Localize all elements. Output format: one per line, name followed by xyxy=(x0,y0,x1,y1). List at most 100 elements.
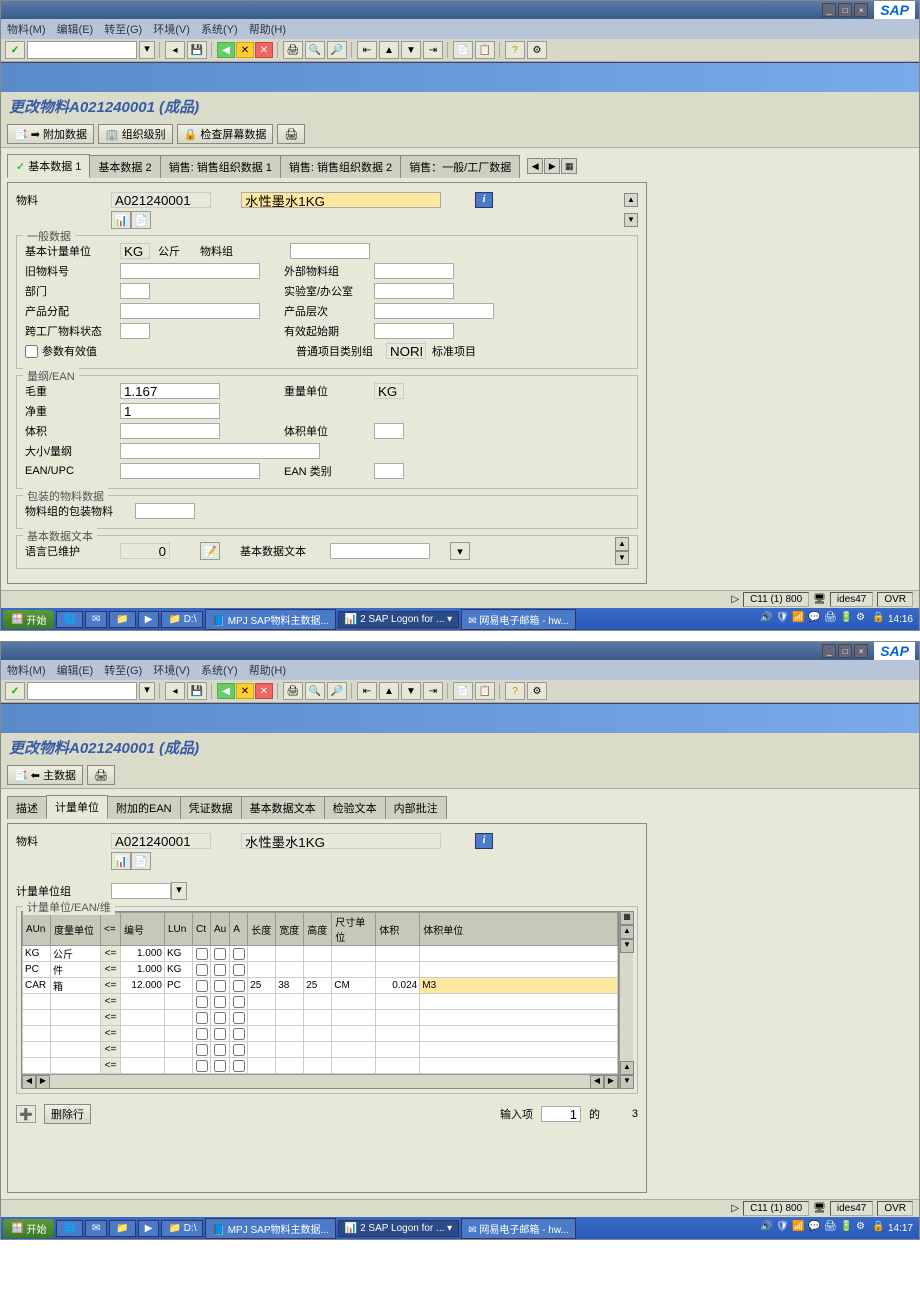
info-icon[interactable]: i xyxy=(475,833,493,849)
quick-launch-mail-icon[interactable]: ✉ xyxy=(85,611,107,628)
last-page-icon[interactable]: ⇥ xyxy=(423,41,443,59)
cell-au-checkbox[interactable] xyxy=(214,1044,226,1056)
basic-text-field[interactable] xyxy=(330,543,430,559)
org-levels-button[interactable]: 🏢 组织级别 xyxy=(98,124,173,144)
menu-edit[interactable]: 编辑(E) xyxy=(57,24,94,36)
cell-ct-checkbox[interactable] xyxy=(196,1060,208,1072)
minimize-icon[interactable]: _ xyxy=(822,644,836,658)
task-mail[interactable]: ✉ 网易电子邮箱 - hw... xyxy=(461,1218,576,1239)
h-scroll-right-icon[interactable]: ▶ xyxy=(36,1075,50,1089)
help-icon[interactable]: ? xyxy=(505,682,525,700)
menu-system[interactable]: 系统(Y) xyxy=(201,665,238,677)
tab-list-icon[interactable]: ▦ xyxy=(561,158,577,174)
cell-ct-checkbox[interactable] xyxy=(196,996,208,1008)
tab-uom[interactable]: 计量单位 xyxy=(46,795,108,819)
classify-icon[interactable]: 📊 xyxy=(111,852,131,870)
v-scroll-up-icon[interactable]: ▲ xyxy=(620,925,634,939)
cell-measure[interactable] xyxy=(51,1026,100,1041)
tray-icon[interactable]: 📶 xyxy=(792,1221,806,1235)
status-arrow-icon[interactable]: ▷ xyxy=(731,1203,739,1214)
cell-width[interactable] xyxy=(276,994,303,1009)
scroll-down-icon[interactable]: ▼ xyxy=(624,213,638,227)
exit-icon[interactable]: ✕ xyxy=(236,683,254,699)
cell-au-checkbox[interactable] xyxy=(214,980,226,992)
base-uom-field[interactable] xyxy=(120,243,150,259)
main-data-button[interactable]: 📑 ⬅ 主数据 xyxy=(7,765,83,785)
cell-au-checkbox[interactable] xyxy=(214,948,226,960)
close-icon[interactable]: × xyxy=(854,644,868,658)
cell-a-checkbox[interactable] xyxy=(233,980,245,992)
next-page-icon[interactable]: ▼ xyxy=(401,682,421,700)
cell-a-checkbox[interactable] xyxy=(233,1028,245,1040)
cell-number[interactable] xyxy=(121,1026,164,1041)
cell-height[interactable] xyxy=(304,1058,331,1073)
first-page-icon[interactable]: ⇤ xyxy=(357,682,377,700)
h-scroll-left-icon[interactable]: ◀ xyxy=(22,1075,36,1089)
cell-aun[interactable] xyxy=(23,1010,50,1025)
volume-field[interactable] xyxy=(120,423,220,439)
size-dim-field[interactable] xyxy=(120,443,320,459)
print-icon[interactable]: 🖨 xyxy=(283,682,303,700)
quick-launch-player-icon[interactable]: ▶ xyxy=(138,611,160,628)
param-valid-checkbox[interactable] xyxy=(25,345,38,358)
find-icon[interactable]: 🔍 xyxy=(305,41,325,59)
tab-scroll-right-icon[interactable]: ▶ xyxy=(544,158,560,174)
cell-width[interactable] xyxy=(276,1042,303,1057)
cell-aun[interactable] xyxy=(23,946,50,961)
col-length[interactable]: 长度 xyxy=(248,913,276,946)
cell-height[interactable] xyxy=(304,1042,331,1057)
cell-volume-unit[interactable] xyxy=(420,962,617,977)
insert-row-icon[interactable]: ➕ xyxy=(16,1105,36,1123)
cell-volume[interactable] xyxy=(376,946,419,961)
tab-sales-plant[interactable]: 销售：一般/工厂数据 xyxy=(400,155,520,178)
cell-measure[interactable] xyxy=(51,994,100,1009)
col-number[interactable]: 编号 xyxy=(121,913,165,946)
cell-volume-unit[interactable] xyxy=(420,1026,617,1041)
cell-size-unit[interactable] xyxy=(332,994,375,1009)
cell-width[interactable] xyxy=(276,1010,303,1025)
print-button[interactable]: 🖨 xyxy=(277,124,305,144)
cell-size-unit[interactable] xyxy=(332,946,375,961)
lab-field[interactable] xyxy=(374,283,454,299)
h-scroll-right2-icon[interactable]: ▶ xyxy=(604,1075,618,1089)
tab-inspection[interactable]: 检验文本 xyxy=(324,796,386,819)
cell-lun[interactable] xyxy=(165,994,192,1009)
col-width[interactable]: 宽度 xyxy=(276,913,304,946)
cell-volume-unit[interactable] xyxy=(420,1058,617,1073)
task-word[interactable]: 📘 MPJ SAP物料主数据... xyxy=(205,609,335,630)
cell-length[interactable] xyxy=(248,962,275,977)
col-au[interactable]: Au xyxy=(211,913,230,946)
restore-icon[interactable]: □ xyxy=(838,644,852,658)
quick-launch-ie-icon[interactable]: 🌐 xyxy=(56,611,82,628)
find-next-icon[interactable]: 🔎 xyxy=(327,41,347,59)
tray-icon[interactable]: 💬 xyxy=(808,612,822,626)
tray-icon[interactable]: 🔊 xyxy=(760,612,774,626)
tray-icon[interactable]: 🛡 xyxy=(776,612,790,626)
goto-button[interactable]: 📑 ➡ 附加数据 xyxy=(7,124,94,144)
tray-icon[interactable]: 🛡 xyxy=(776,1221,790,1235)
start-button[interactable]: 🪟 开始 xyxy=(3,1219,54,1238)
cell-ct-checkbox[interactable] xyxy=(196,1012,208,1024)
new-session-icon[interactable]: 📄 xyxy=(453,41,473,59)
cell-length[interactable] xyxy=(248,1026,275,1041)
hierarchy-field[interactable] xyxy=(374,303,494,319)
col-size-unit[interactable]: 尺寸单位 xyxy=(332,913,376,946)
col-height[interactable]: 高度 xyxy=(304,913,332,946)
shortcut-icon[interactable]: 📋 xyxy=(475,682,495,700)
menu-env[interactable]: 环境(V) xyxy=(153,665,190,677)
cancel-icon[interactable]: ✕ xyxy=(255,42,273,58)
cell-size-unit[interactable] xyxy=(332,1042,375,1057)
h-scroll-left2-icon[interactable]: ◀ xyxy=(590,1075,604,1089)
back-icon[interactable]: ◂ xyxy=(165,41,185,59)
gen-item-cat-field[interactable] xyxy=(386,343,426,359)
cell-volume-unit[interactable] xyxy=(420,1010,617,1025)
layout-icon[interactable]: ⚙ xyxy=(527,41,547,59)
cell-number[interactable] xyxy=(121,1042,164,1057)
close-icon[interactable]: × xyxy=(854,3,868,17)
cell-width[interactable] xyxy=(276,962,303,977)
material-group-field[interactable] xyxy=(290,243,370,259)
old-material-field[interactable] xyxy=(120,263,260,279)
save-icon[interactable]: 💾 xyxy=(187,41,207,59)
cell-number[interactable] xyxy=(121,978,164,993)
cell-a-checkbox[interactable] xyxy=(233,1012,245,1024)
